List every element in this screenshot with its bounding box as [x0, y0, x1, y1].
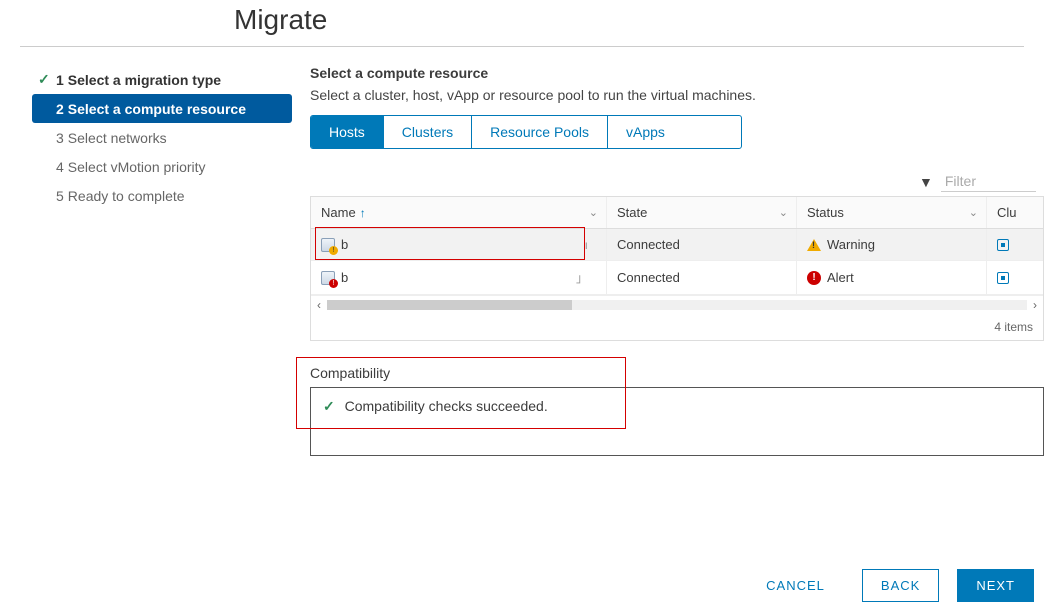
- host-status: Warning: [827, 237, 875, 252]
- compatibility-message: Compatibility checks succeeded.: [345, 398, 548, 414]
- scroll-left-icon[interactable]: ‹: [317, 298, 321, 312]
- sort-asc-icon: ↑: [360, 206, 366, 220]
- cluster-icon: [997, 272, 1009, 284]
- wizard-footer: CANCEL BACK NEXT: [747, 569, 1034, 602]
- host-icon: !: [321, 271, 335, 285]
- hosts-grid: Name ↑ ⌄ State ⌄ Status ⌄ Clu: [310, 196, 1044, 341]
- chevron-down-icon[interactable]: ⌄: [779, 206, 788, 219]
- chevron-down-icon[interactable]: ⌄: [589, 206, 598, 219]
- filter-bar: ▼ Filter: [310, 167, 1044, 196]
- warning-badge-icon: !: [329, 246, 338, 255]
- host-name: b: [341, 270, 348, 285]
- filter-icon[interactable]: ▼: [919, 174, 933, 190]
- grid-header: Name ↑ ⌄ State ⌄ Status ⌄ Clu: [311, 197, 1043, 229]
- scroll-right-icon[interactable]: ›: [1033, 298, 1037, 312]
- step-label: Select a compute resource: [68, 101, 246, 117]
- grid-item-count: 4 items: [311, 314, 1043, 340]
- check-icon: ✓: [323, 398, 335, 414]
- resource-tabs: Hosts Clusters Resource Pools vApps: [310, 115, 742, 149]
- warning-icon: [807, 239, 821, 251]
- step-label: Select a migration type: [68, 72, 221, 88]
- title-divider: [20, 46, 1024, 47]
- col-state[interactable]: State ⌄: [607, 197, 797, 228]
- step-label: Select vMotion priority: [68, 159, 206, 175]
- next-button[interactable]: NEXT: [957, 569, 1034, 602]
- step-label: Select networks: [68, 130, 167, 146]
- step-4[interactable]: ✓ 4 Select vMotion priority: [32, 152, 292, 181]
- host-icon: !: [321, 238, 335, 252]
- alert-icon: !: [807, 271, 821, 285]
- horizontal-scrollbar[interactable]: ‹ ›: [311, 295, 1043, 314]
- tab-hosts[interactable]: Hosts: [311, 116, 384, 148]
- alert-badge-icon: !: [329, 279, 338, 288]
- tab-clusters[interactable]: Clusters: [384, 116, 472, 148]
- host-state: Connected: [607, 261, 797, 294]
- step-5[interactable]: ✓ 5 Ready to complete: [32, 181, 292, 210]
- tab-resource-pools[interactable]: Resource Pools: [472, 116, 608, 148]
- host-status: Alert: [827, 270, 854, 285]
- col-name[interactable]: Name ↑ ⌄: [311, 197, 607, 228]
- cluster-icon: [997, 239, 1009, 251]
- compatibility-title: Compatibility: [310, 365, 1044, 381]
- dialog-title: Migrate: [234, 4, 1044, 36]
- col-status[interactable]: Status ⌄: [797, 197, 987, 228]
- filter-input[interactable]: Filter: [941, 171, 1036, 192]
- col-cluster[interactable]: Clu: [987, 197, 1035, 228]
- table-row[interactable]: ! b 」 Connected ! Alert: [311, 261, 1043, 295]
- section-subtitle: Select a cluster, host, vApp or resource…: [310, 87, 1044, 103]
- step-label: Ready to complete: [68, 188, 185, 204]
- cancel-button[interactable]: CANCEL: [747, 569, 844, 602]
- scroll-thumb[interactable]: [327, 300, 572, 310]
- chevron-down-icon[interactable]: ⌄: [969, 206, 978, 219]
- step-3[interactable]: ✓ 3 Select networks: [32, 123, 292, 152]
- step-2[interactable]: ✓ 2 Select a compute resource: [32, 94, 292, 123]
- tab-vapps[interactable]: vApps: [608, 116, 683, 148]
- check-icon: ✓: [38, 71, 52, 88]
- wizard-steps: ✓ 1 Select a migration type ✓ 2 Select a…: [32, 65, 292, 456]
- section-title: Select a compute resource: [310, 65, 1044, 81]
- back-button[interactable]: BACK: [862, 569, 939, 602]
- host-name: b: [341, 237, 348, 252]
- step-1[interactable]: ✓ 1 Select a migration type: [32, 65, 292, 94]
- compatibility-panel: ✓ Compatibility checks succeeded.: [310, 387, 1044, 456]
- table-row[interactable]: ! b ı Connected Warning: [311, 229, 1043, 261]
- host-state: Connected: [607, 229, 797, 260]
